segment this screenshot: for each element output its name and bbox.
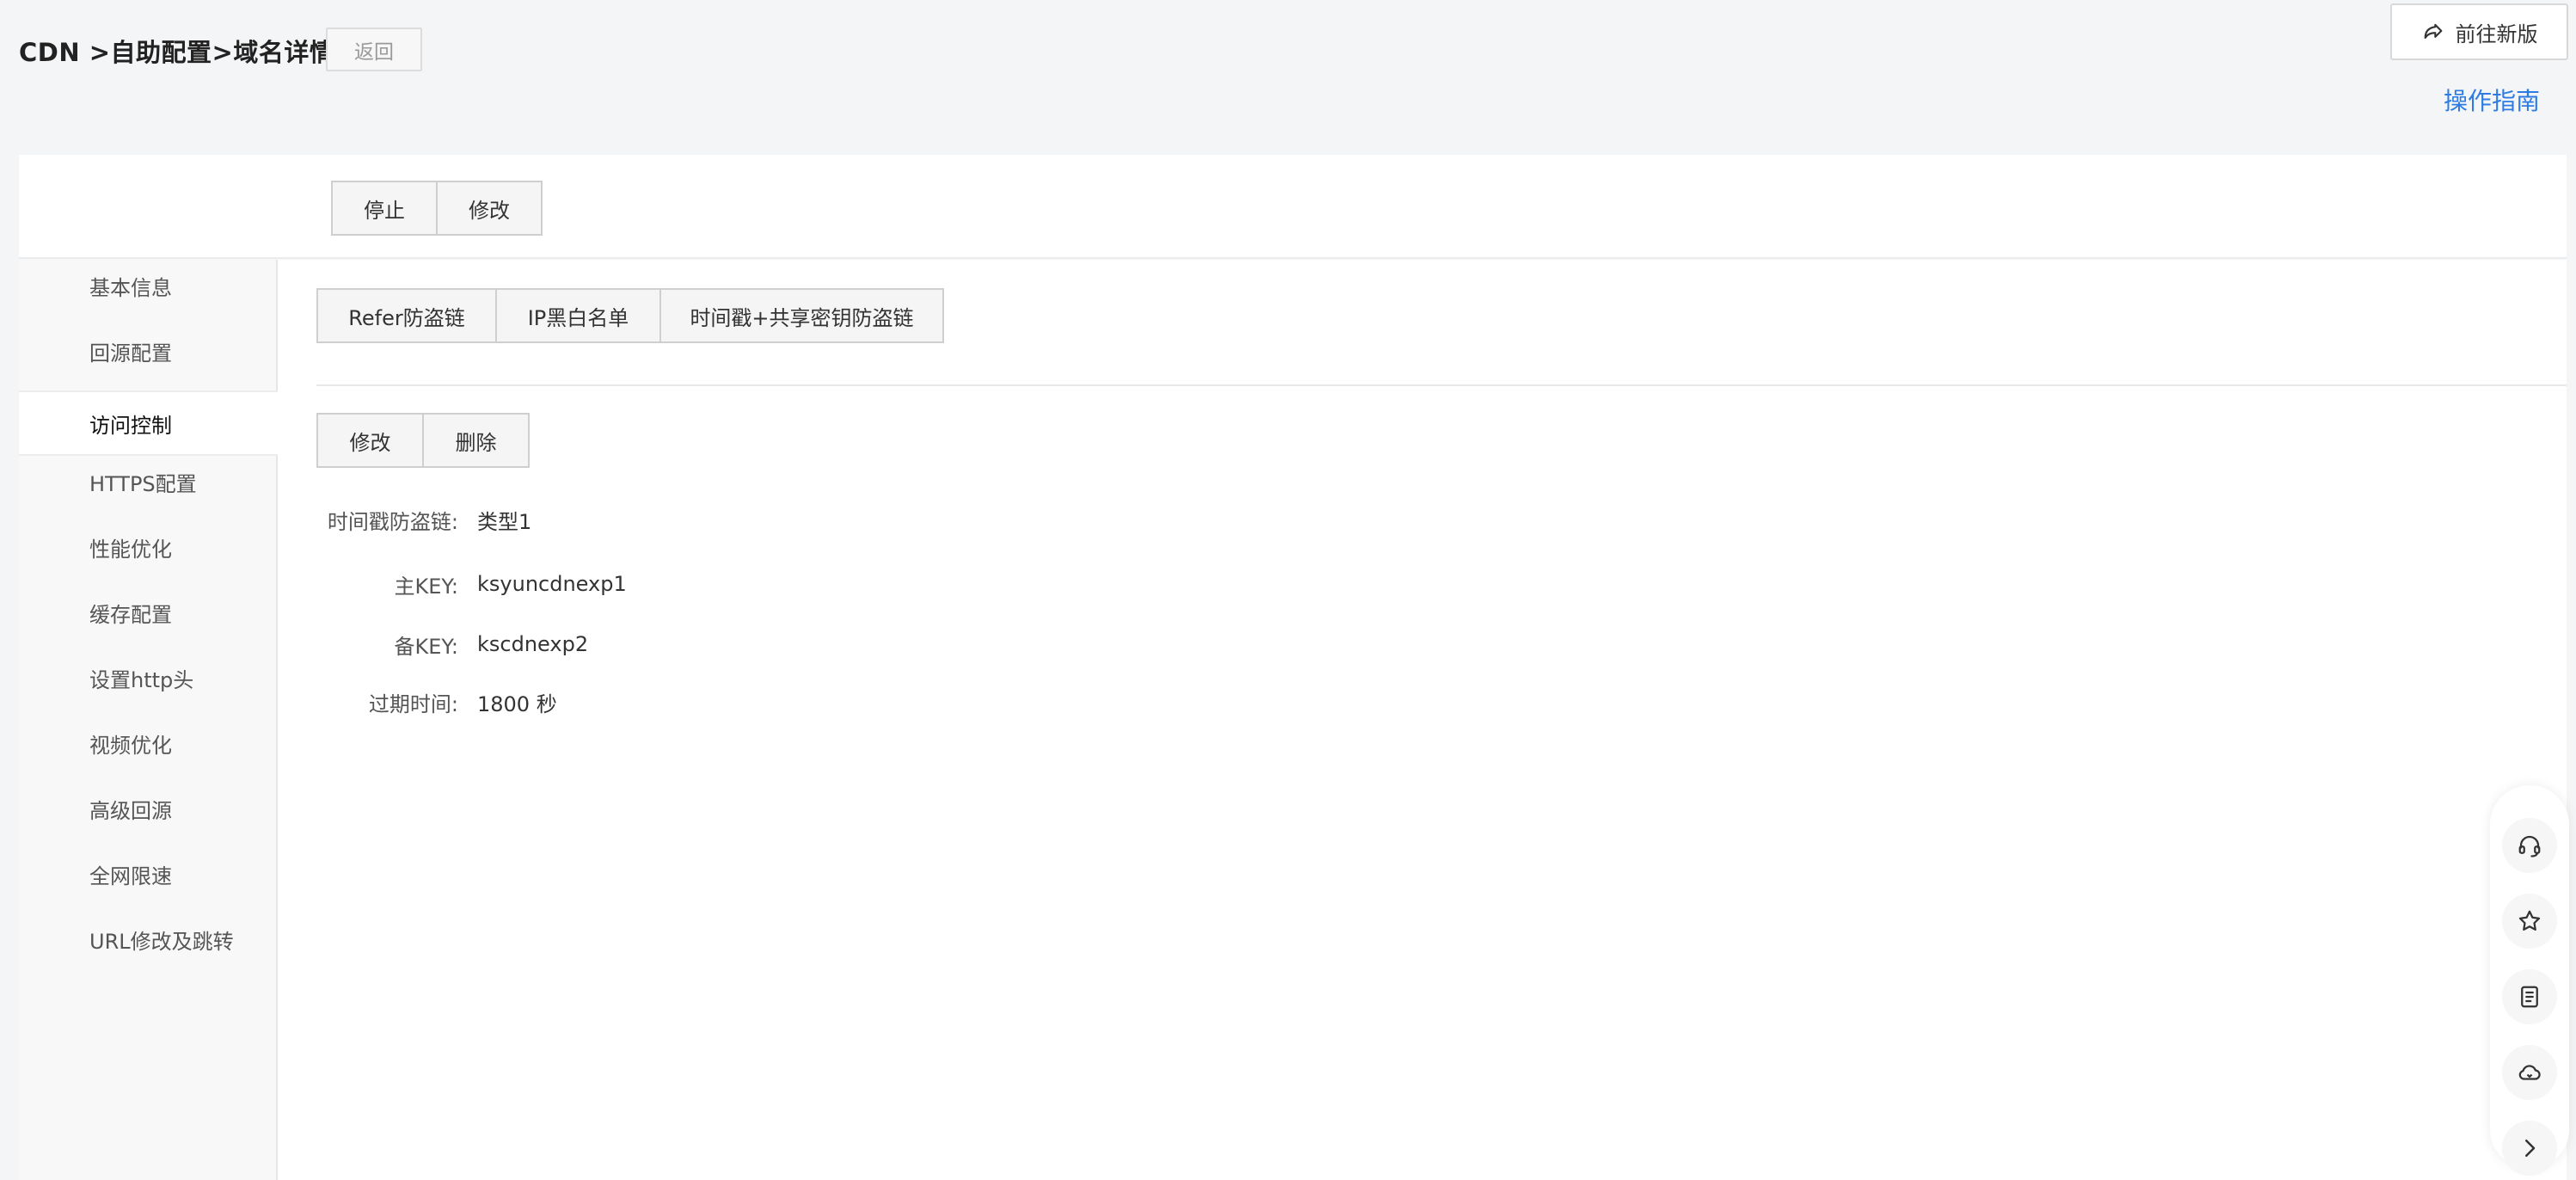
share-icon: [2424, 23, 2442, 40]
sidebar-item-advanced-origin[interactable]: 高级回源: [19, 776, 278, 841]
chevron-right-icon: [2525, 1140, 2536, 1157]
info-value: 类型1: [477, 509, 532, 534]
info-row-backup-key: 备KEY: kscdnexp2: [316, 627, 589, 661]
customer-service-button[interactable]: [2502, 818, 2557, 873]
document-icon: [2521, 986, 2538, 1008]
info-value: 1800 秒: [477, 691, 557, 716]
sidebar: 基本信息 回源配置 访问控制 HTTPS配置 性能优化 缓存配置 设置http头…: [19, 260, 279, 1180]
action-bar: 停止 修改: [19, 155, 2567, 259]
stop-button[interactable]: 停止: [331, 181, 438, 236]
sidebar-item-url-rewrite[interactable]: URL修改及跳转: [19, 907, 278, 972]
new-version-label: 前往新版: [2455, 22, 2538, 46]
sidebar-item-basic-info[interactable]: 基本信息: [19, 253, 278, 318]
info-label: 备KEY:: [394, 634, 458, 659]
info-value: ksyuncdnexp1: [477, 572, 627, 596]
info-row-timestamp-type: 时间戳防盗链: 类型1: [316, 502, 531, 537]
sidebar-item-video-optimization[interactable]: 视频优化: [19, 710, 278, 776]
headset-icon: [2518, 835, 2541, 857]
modify-domain-button[interactable]: 修改: [436, 181, 543, 236]
info-value: kscdnexp2: [477, 632, 589, 656]
back-button[interactable]: 返回: [326, 28, 422, 71]
sidebar-item-https-config[interactable]: HTTPS配置: [19, 449, 278, 514]
tab-group: Refer防盗链 IP黑白名单 时间戳+共享密钥防盗链: [316, 288, 944, 343]
cloud-button[interactable]: [2502, 1045, 2557, 1100]
info-label: 时间戳防盗链:: [327, 509, 458, 534]
info-label: 过期时间:: [368, 691, 458, 716]
info-label: 主KEY:: [394, 574, 458, 599]
sidebar-item-http-header[interactable]: 设置http头: [19, 645, 278, 710]
sidebar-item-performance[interactable]: 性能优化: [19, 514, 278, 580]
edit-button[interactable]: 修改: [316, 413, 424, 468]
sidebar-item-access-control[interactable]: 访问控制: [19, 390, 279, 456]
favorite-button[interactable]: [2502, 894, 2557, 949]
guide-link[interactable]: 操作指南: [2444, 83, 2540, 117]
new-version-button[interactable]: 前往新版: [2390, 3, 2568, 60]
main-content: Refer防盗链 IP黑白名单 时间戳+共享密钥防盗链 修改 删除 时间戳防盗链…: [278, 260, 2567, 1180]
info-row-primary-key: 主KEY: ksyuncdnexp1: [316, 567, 627, 601]
document-button[interactable]: [2502, 969, 2557, 1024]
page-header: CDN >自助配置>域名详情 返回 前往新版 操作指南: [0, 0, 2576, 155]
sidebar-item-rate-limit[interactable]: 全网限速: [19, 841, 278, 907]
tab-timestamp-key[interactable]: 时间戳+共享密钥防盗链: [659, 288, 944, 343]
tab-refer[interactable]: Refer防盗链: [316, 288, 497, 343]
floating-toolbar: [2490, 785, 2569, 1176]
breadcrumb: CDN >自助配置>域名详情: [19, 38, 335, 67]
collapse-button[interactable]: [2502, 1121, 2557, 1176]
cloud-icon: [2518, 1065, 2541, 1080]
star-icon: [2518, 910, 2541, 931]
delete-button[interactable]: 删除: [422, 413, 530, 468]
tab-ip-list[interactable]: IP黑白名单: [495, 288, 661, 343]
sidebar-item-origin-config[interactable]: 回源配置: [19, 318, 278, 384]
info-row-expire-time: 过期时间: 1800 秒: [316, 685, 557, 719]
divider: [316, 384, 2567, 386]
sidebar-item-cache-config[interactable]: 缓存配置: [19, 580, 278, 645]
